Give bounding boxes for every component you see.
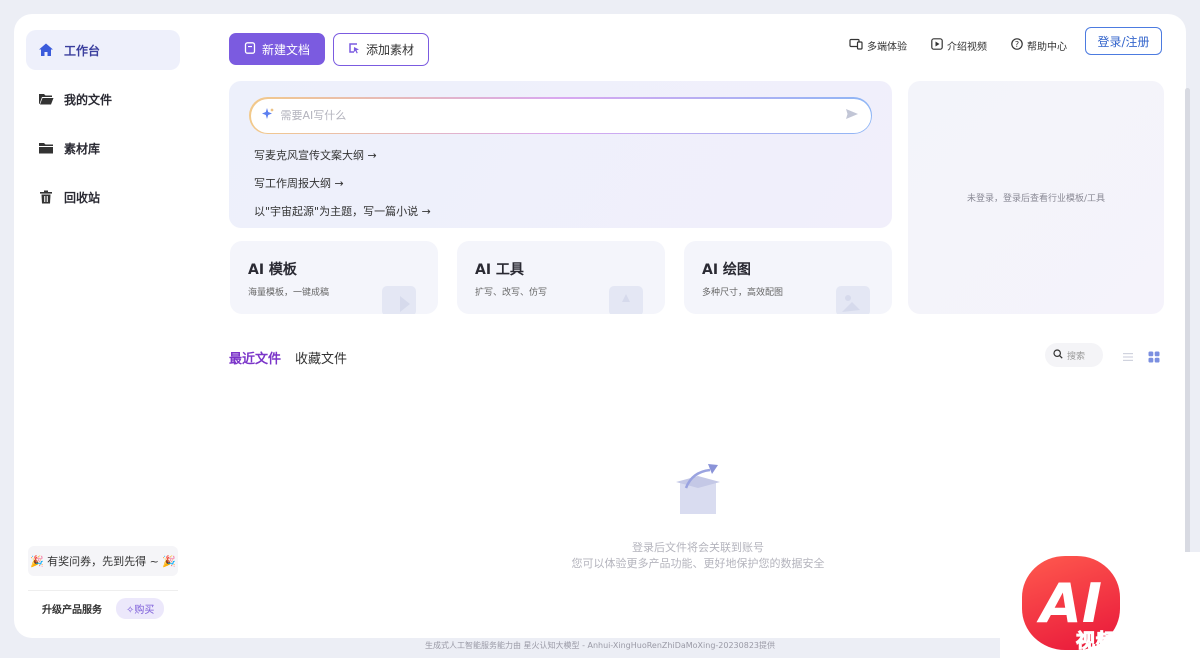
help-icon: ?	[1011, 37, 1023, 53]
ai-prompt-input[interactable]	[280, 109, 845, 122]
card-title: AI 模板	[248, 262, 297, 278]
upgrade-row: 升级产品服务 ✧购买	[28, 590, 178, 626]
ai-writer-panel: 写麦克风宣传文案大纲 → 写工作周报大纲 → 以"宇宙起源"为主题，写一篇小说 …	[229, 81, 892, 228]
template-illustration-icon	[380, 282, 420, 314]
survey-promo-text: 🎉 有奖问券，先到先得 ~ 🎉	[29, 555, 177, 568]
survey-promo[interactable]: 🎉 有奖问券，先到先得 ~ 🎉	[28, 546, 178, 576]
add-material-label: 添加素材	[365, 43, 414, 57]
suggestion-item[interactable]: 以"宇宙起源"为主题，写一篇小说 →	[254, 203, 431, 219]
help-center-link[interactable]: ? 帮助中心	[1011, 37, 1067, 53]
new-document-button[interactable]: 新建文档	[229, 33, 325, 65]
card-title: AI 绘图	[702, 262, 751, 278]
ai-template-card[interactable]: AI 模板 海量模板，一键成稿	[230, 241, 438, 314]
sidebar: 工作台 我的文件 素材库 回收站 🎉 有奖问券，先到先得 ~ 🎉 升级产品服务 …	[14, 14, 210, 638]
sidebar-item-label: 素材库	[64, 141, 101, 156]
sidebar-item-workbench[interactable]: 工作台	[26, 30, 180, 70]
login-register-label: 登录/注册	[1097, 34, 1150, 49]
sidebar-item-label: 工作台	[64, 43, 101, 58]
document-icon	[244, 41, 256, 57]
add-material-icon	[348, 42, 360, 57]
main-panel: 新建文档 添加素材 多端体验 介绍视频 ? 帮助中心 登录/注册 需要AI写什么…	[210, 14, 1186, 638]
sparkle-icon	[261, 106, 275, 125]
empty-box-icon	[672, 458, 724, 520]
ai-drawing-card[interactable]: AI 绘图 多种尺寸，高效配图	[684, 241, 892, 314]
drawing-illustration-icon	[834, 282, 874, 314]
buy-label: 购买	[134, 605, 155, 616]
add-material-button[interactable]: 添加素材	[333, 33, 429, 66]
login-hint-text: 未登录，登录后查看行业模板/工具	[966, 194, 1106, 204]
sidebar-item-materials[interactable]: 素材库	[26, 128, 180, 168]
upgrade-label: 升级产品服务	[42, 605, 102, 616]
multi-device-label: 多端体验	[867, 41, 907, 53]
list-view-icon[interactable]	[1122, 348, 1136, 362]
intro-video-label: 介绍视频	[947, 41, 987, 53]
folder-open-icon	[38, 91, 54, 107]
search-icon	[1053, 348, 1063, 362]
watermark: AI 视频贴吧	[1000, 552, 1200, 658]
sidebar-item-label: 回收站	[64, 190, 101, 205]
svg-text:?: ?	[1015, 39, 1019, 48]
ai-input-wrapper	[249, 97, 872, 134]
sidebar-item-my-files[interactable]: 我的文件	[26, 79, 180, 119]
folder-icon	[38, 140, 54, 156]
intro-video-link[interactable]: 介绍视频	[931, 37, 987, 53]
login-hint-panel: 未登录，登录后查看行业模板/工具	[908, 81, 1164, 314]
sidebar-item-label: 我的文件	[64, 92, 113, 107]
help-center-label: 帮助中心	[1027, 41, 1067, 53]
ai-input-box	[250, 98, 871, 133]
ai-tool-card[interactable]: AI 工具 扩写、改写、仿写	[457, 241, 665, 314]
tab-recent-files[interactable]: 最近文件	[229, 348, 282, 369]
send-icon[interactable]	[845, 106, 859, 125]
new-document-label: 新建文档	[261, 42, 310, 57]
multi-device-link[interactable]: 多端体验	[849, 37, 907, 53]
suggestion-item[interactable]: 写麦克风宣传文案大纲 →	[254, 147, 377, 163]
devices-icon	[849, 38, 863, 53]
login-register-button[interactable]: 登录/注册	[1085, 27, 1162, 55]
tool-illustration-icon	[607, 282, 647, 314]
search-placeholder: 搜索	[1067, 351, 1086, 362]
play-icon	[931, 37, 943, 53]
watermark-text: 视频贴吧	[1075, 630, 1157, 653]
tab-favorite-files[interactable]: 收藏文件	[295, 348, 347, 367]
file-search[interactable]: 搜索	[1045, 343, 1103, 367]
trash-icon	[38, 189, 54, 205]
page-scrollbar[interactable]	[1185, 88, 1190, 556]
sidebar-item-recycle-bin[interactable]: 回收站	[26, 177, 180, 217]
grid-view-icon[interactable]	[1148, 348, 1162, 363]
card-title: AI 工具	[475, 262, 524, 278]
buy-button[interactable]: ✧购买	[116, 598, 165, 619]
suggestion-item[interactable]: 写工作周报大纲 →	[254, 175, 344, 191]
home-icon	[38, 42, 54, 58]
